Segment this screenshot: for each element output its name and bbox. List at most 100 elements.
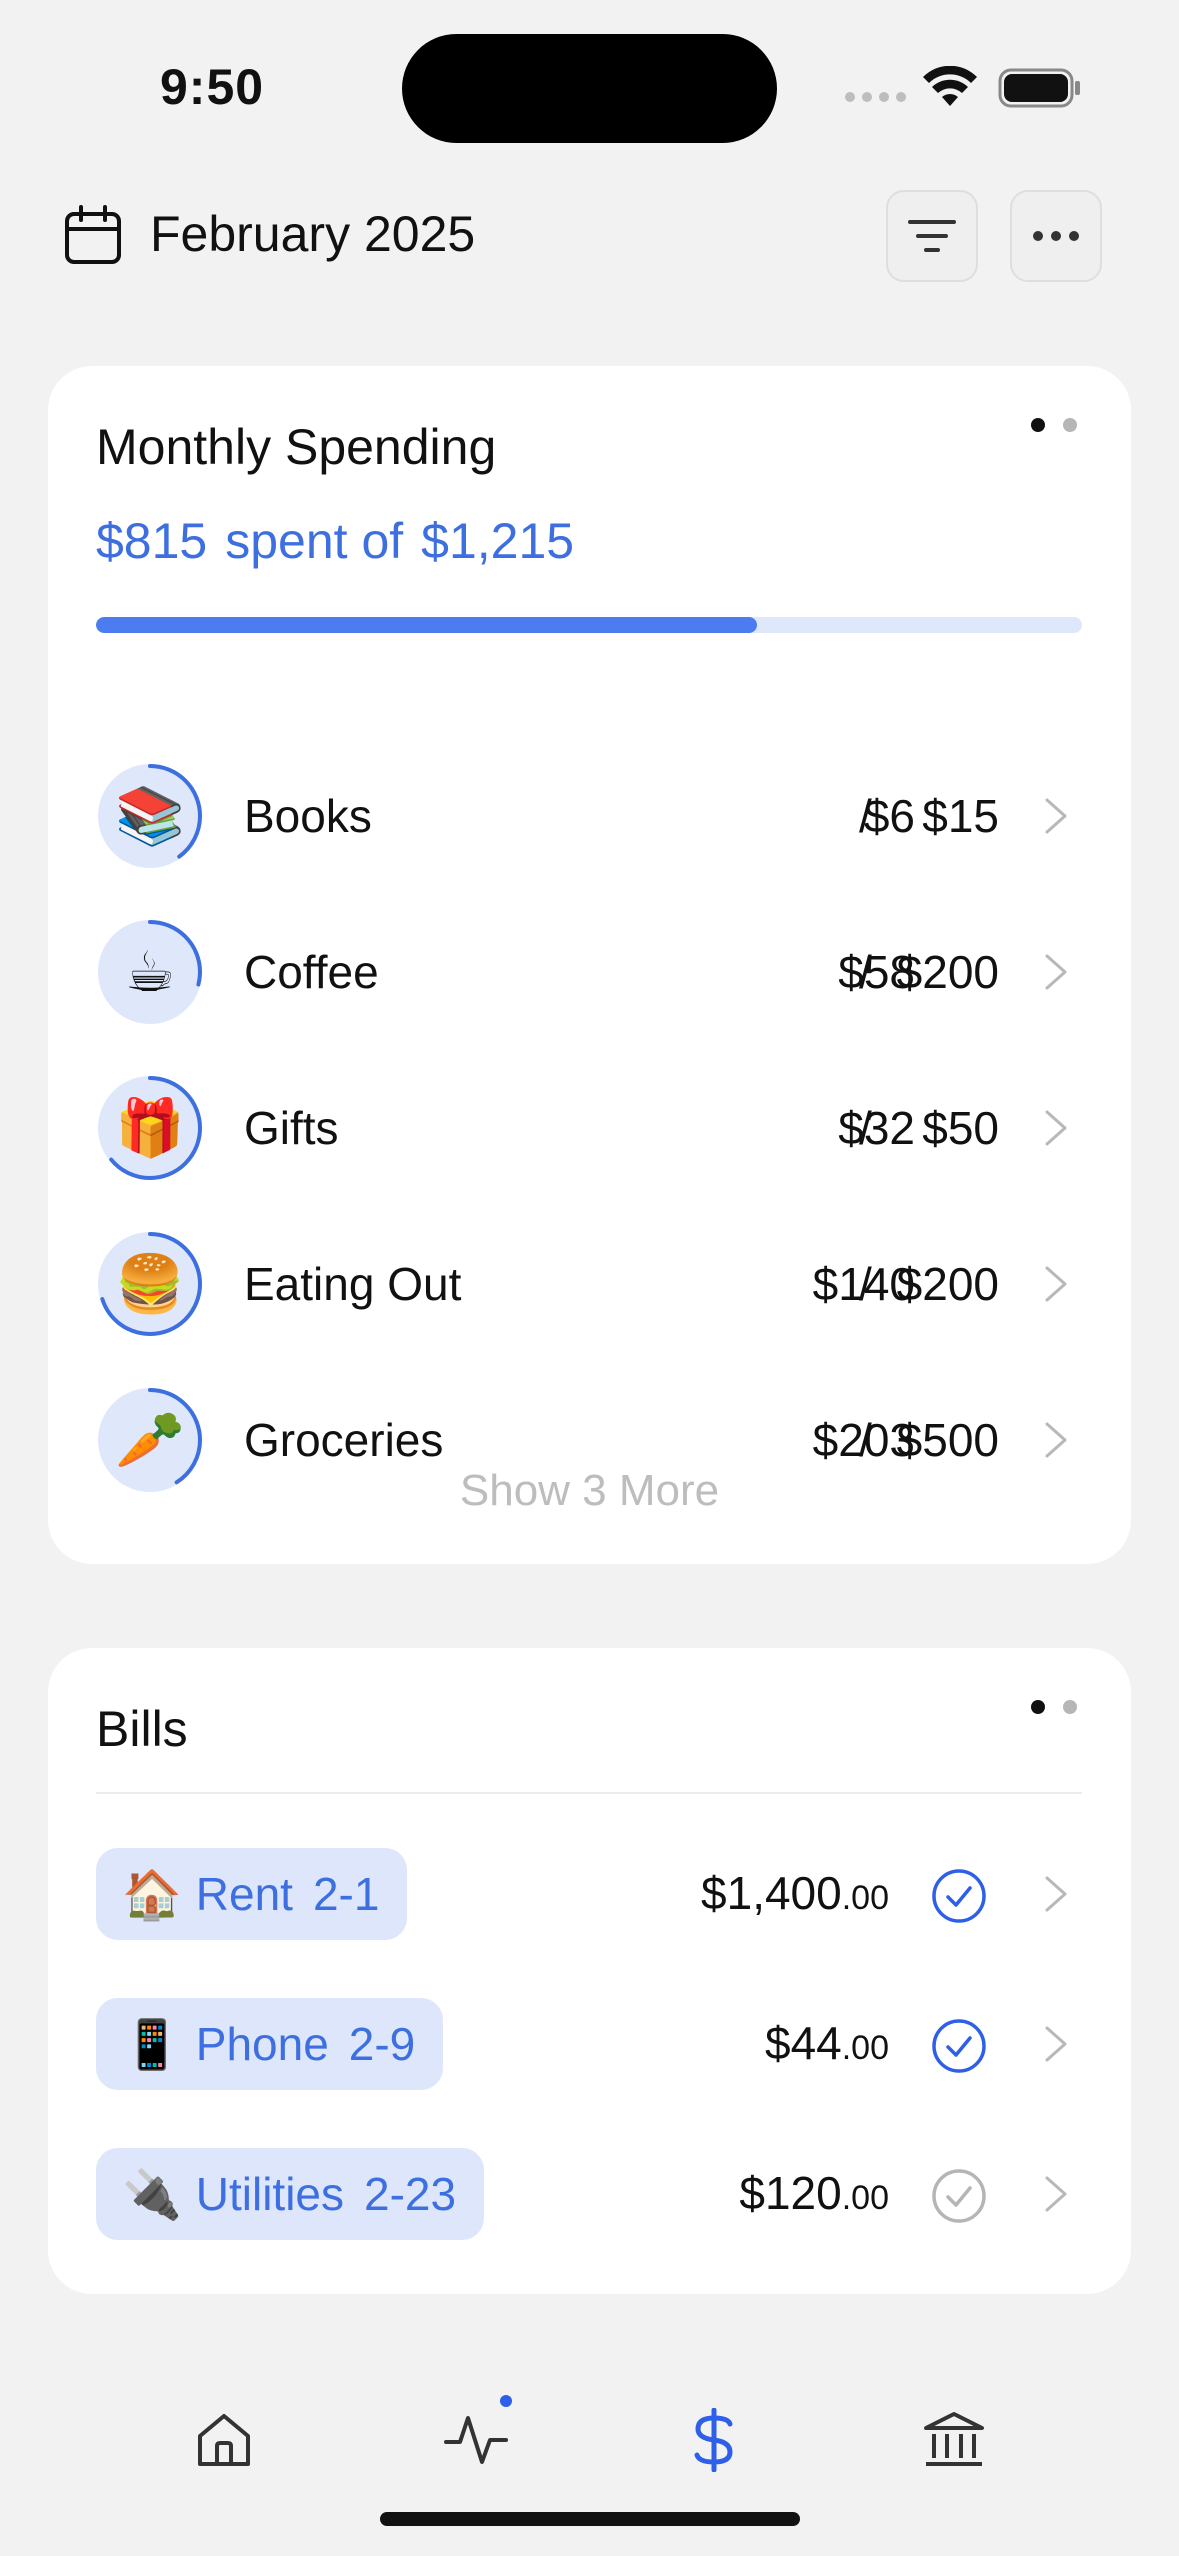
category-progress-ring: ☕ [96,918,204,1026]
category-emoji: 📚 [115,784,185,849]
spending-title: Monthly Spending [96,419,497,475]
notification-dot [500,2395,512,2407]
category-budget: $50 [922,1102,999,1154]
paid-check-icon[interactable] [931,2018,987,2074]
chevron-right-icon [1045,2176,1067,2212]
dynamic-island [402,34,777,143]
bill-amount-dollars: $120 [739,2167,842,2219]
bill-chip[interactable]: 📱 Phone 2-9 [96,1998,444,2090]
budget-amount: $1,215 [421,513,575,569]
category-emoji: 🍔 [115,1252,185,1317]
bill-chip[interactable]: 🏠 Rent 2-1 [96,1848,408,1940]
spent-summary: $815 spent of $1,215 [96,512,592,570]
paid-check-icon[interactable] [931,1868,987,1924]
bill-amount-dollars: $1,400 [701,1867,842,1919]
tab-home[interactable] [184,2400,264,2480]
dollar-icon [694,2408,733,2472]
bill-amount: $44.00 [765,2016,889,2070]
cellular-signal-icon [845,92,906,102]
spending-progress-fill [96,617,757,633]
chevron-right-icon [1045,954,1067,990]
category-row[interactable]: 📚 Books $6/$15 [48,738,1131,894]
bill-name: Utilities [195,2168,345,2220]
category-progress-ring: 🎁 [96,1074,204,1182]
home-indicator[interactable] [380,2512,800,2526]
category-emoji: ☕ [124,939,176,1005]
activity-icon [444,2416,508,2464]
tab-activity[interactable] [436,2400,516,2480]
chevron-right-icon [1045,798,1067,834]
wifi-icon [923,66,977,106]
status-bar: 9:50 [0,0,1179,175]
tab-accounts[interactable] [914,2400,994,2480]
category-separator: / [859,1102,872,1154]
category-row[interactable]: ☕ Coffee $58/$200 [48,894,1131,1050]
chevron-right-icon [1045,1110,1067,1146]
bill-row[interactable]: 🏠 Rent 2-1 $1,400.00 [48,1848,1131,1940]
unpaid-check-icon[interactable] [931,2168,987,2224]
bill-date: 2-9 [348,2018,416,2070]
category-name: Eating Out [244,1258,462,1310]
calendar-icon[interactable] [64,205,122,265]
chevron-right-icon [1045,1422,1067,1458]
tab-money[interactable] [674,2400,754,2480]
spending-progress-bar [96,617,1082,633]
bill-amount-cents: .00 [841,2179,889,2217]
category-budget: $15 [922,790,999,842]
spent-amount: $815 [96,513,208,569]
bill-amount-cents: .00 [841,2029,889,2067]
category-name: Groceries [244,1414,444,1466]
bill-amount-dollars: $44 [764,2017,842,2069]
category-progress-ring: 🍔 [96,1230,204,1338]
category-budget: $200 [896,1258,999,1310]
category-spent: $32 [838,1102,915,1154]
category-separator: / [859,1258,872,1310]
category-emoji: 🎁 [115,1096,185,1161]
chevron-right-icon [1045,1266,1067,1302]
more-button[interactable] [1010,190,1102,282]
category-separator: / [859,946,872,998]
bill-date: 2-23 [364,2168,457,2220]
bill-amount-cents: .00 [841,1879,889,1917]
home-icon [198,2414,250,2466]
bill-amount: $1,400.00 [701,1866,889,1920]
category-budget: $200 [896,946,999,998]
bill-row[interactable]: 🔌 Utilities 2-23 $120.00 [48,2148,1131,2240]
bank-icon [924,2412,984,2466]
bill-emoji: 🏠 [122,1866,182,1923]
page-indicator[interactable] [1031,418,1077,432]
category-row[interactable]: 🍔 Eating Out $140/$200 [48,1206,1131,1362]
bill-amount: $120.00 [739,2166,889,2220]
bills-title: Bills [96,1701,188,1757]
category-separator: / [859,790,872,842]
bill-date: 2-1 [312,1868,380,1920]
bill-row[interactable]: 📱 Phone 2-9 $44.00 [48,1998,1131,2090]
bills-card[interactable]: Bills 🏠 Rent 2-1 $1,400.00 📱 Phone 2-9 $44.00 🔌 U… [48,1648,1131,2294]
category-name: Gifts [244,1102,339,1154]
bill-chip[interactable]: 🔌 Utilities 2-23 [96,2148,485,2240]
battery-icon [998,68,1080,108]
bill-name: Phone [195,2018,329,2070]
category-row[interactable]: 🎁 Gifts $32/ $50 [48,1050,1131,1206]
ellipsis-icon [1033,231,1079,241]
category-budget: $500 [896,1414,999,1466]
status-time: 9:50 [160,59,265,115]
category-name: Books [244,790,372,842]
month-title[interactable]: February 2025 [150,205,475,263]
header: February 2025 [0,185,1179,285]
show-more-button[interactable]: Show 3 More [48,1466,1131,1516]
category-separator: / [859,1414,872,1466]
divider [96,1792,1082,1794]
bill-emoji: 📱 [122,2016,182,2073]
chevron-right-icon [1045,1876,1067,1912]
category-progress-ring: 📚 [96,762,204,870]
monthly-spending-card[interactable]: Monthly Spending $815 spent of $1,215 📚 Boo… [48,366,1131,1564]
bill-name: Rent [195,1868,293,1920]
spent-of-label: spent of [225,513,404,569]
chevron-right-icon [1045,2026,1067,2062]
filter-icon [908,220,956,252]
category-name: Coffee [244,946,379,998]
filter-button[interactable] [886,190,978,282]
bill-emoji: 🔌 [122,2166,182,2223]
page-indicator[interactable] [1031,1700,1077,1714]
